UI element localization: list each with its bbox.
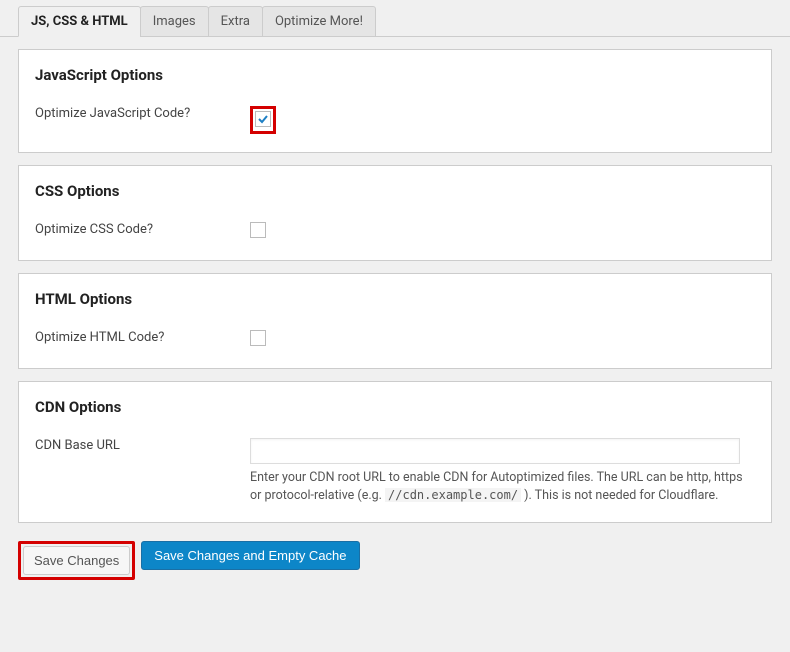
row-optimize-js: Optimize JavaScript Code? bbox=[35, 98, 755, 134]
label-optimize-js: Optimize JavaScript Code? bbox=[35, 106, 250, 121]
tabs-nav: JS, CSS & HTML Images Extra Optimize Mor… bbox=[0, 0, 790, 37]
tab-js-css-html[interactable]: JS, CSS & HTML bbox=[18, 6, 141, 37]
input-cdn-base-url[interactable] bbox=[250, 438, 740, 464]
panel-html-options: HTML Options Optimize HTML Code? bbox=[18, 273, 772, 369]
heading-cdn-options: CDN Options bbox=[35, 392, 755, 430]
code-cdn-example: //cdn.example.com/ bbox=[385, 488, 521, 502]
row-optimize-css: Optimize CSS Code? bbox=[35, 214, 755, 242]
highlight-save-button: Save Changes bbox=[18, 541, 135, 580]
tab-images[interactable]: Images bbox=[140, 6, 209, 37]
help-cdn-base-url: Enter your CDN root URL to enable CDN fo… bbox=[250, 464, 746, 504]
label-cdn-base-url: CDN Base URL bbox=[35, 438, 250, 453]
save-and-empty-cache-button[interactable]: Save Changes and Empty Cache bbox=[141, 541, 359, 570]
panel-css-options: CSS Options Optimize CSS Code? bbox=[18, 165, 772, 261]
label-optimize-html: Optimize HTML Code? bbox=[35, 330, 250, 345]
heading-javascript-options: JavaScript Options bbox=[35, 60, 755, 98]
row-optimize-html: Optimize HTML Code? bbox=[35, 322, 755, 350]
checkbox-optimize-js[interactable] bbox=[255, 111, 271, 127]
actions-bar: Save Changes Save Changes and Empty Cach… bbox=[0, 523, 790, 598]
row-cdn-base-url: CDN Base URL Enter your CDN root URL to … bbox=[35, 430, 755, 504]
tab-optimize-more[interactable]: Optimize More! bbox=[262, 6, 376, 37]
checkbox-optimize-html[interactable] bbox=[250, 330, 266, 346]
panel-cdn-options: CDN Options CDN Base URL Enter your CDN … bbox=[18, 381, 772, 523]
heading-html-options: HTML Options bbox=[35, 284, 755, 322]
tab-extra[interactable]: Extra bbox=[208, 6, 263, 37]
checkmark-icon bbox=[257, 113, 269, 125]
checkbox-optimize-css[interactable] bbox=[250, 222, 266, 238]
save-button[interactable]: Save Changes bbox=[23, 546, 130, 575]
label-optimize-css: Optimize CSS Code? bbox=[35, 222, 250, 237]
panel-javascript-options: JavaScript Options Optimize JavaScript C… bbox=[18, 49, 772, 153]
highlight-optimize-js bbox=[250, 106, 276, 134]
heading-css-options: CSS Options bbox=[35, 176, 755, 214]
